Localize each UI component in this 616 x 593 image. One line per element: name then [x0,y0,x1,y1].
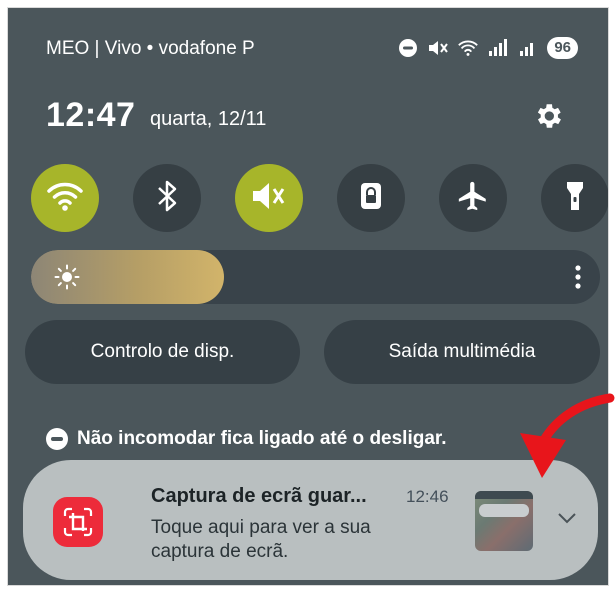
date-label: quarta, 12/11 [150,108,267,130]
flashlight-icon [564,179,586,218]
notification-body: Toque aqui para ver a sua captura de ecr… [151,517,371,562]
thumbnail-status-bar [475,491,533,499]
mute-icon [427,37,449,59]
carrier-label: MEO | Vivo • vodafone P [46,38,255,59]
mute-icon [250,179,288,218]
chevron-down-icon[interactable] [556,510,578,526]
signal-icon [487,37,509,59]
thumbnail-card [479,504,529,517]
more-options-icon[interactable] [574,264,582,290]
gear-icon[interactable] [532,100,564,132]
tile-bluetooth[interactable] [133,164,201,232]
notification-time: 12:46 [406,487,449,506]
dnd-icon [397,37,419,59]
tile-flashlight[interactable] [541,164,608,232]
bluetooth-icon [156,179,178,218]
wifi-icon [46,179,84,218]
tile-airplane[interactable] [439,164,507,232]
notification-title: Captura de ecrã guar... [151,485,367,507]
dnd-notice-text: Não incomodar fica ligado até o desligar… [77,428,447,449]
media-output-button[interactable]: Saída multimédia [324,320,600,384]
screenshot-icon [53,497,103,547]
dnd-notice: Não incomodar fica ligado até o desligar… [46,428,447,450]
battery-badge: 96 [547,37,578,59]
tile-sound[interactable] [235,164,303,232]
screenshot-notification[interactable]: Captura de ecrã guar... 12:46 Toque aqui… [23,460,598,580]
wifi-icon [457,37,479,59]
brightness-slider[interactable] [31,250,600,304]
clock-time: 12:47 [46,96,136,134]
screenshot-thumbnail[interactable] [475,491,533,551]
device-control-button[interactable]: Controlo de disp. [25,320,300,384]
lock-icon [359,181,383,216]
tile-wifi[interactable] [31,164,99,232]
tile-screen-lock[interactable] [337,164,405,232]
signal-icon [517,37,539,59]
airplane-icon [456,179,490,218]
notification-panel: MEO | Vivo • vodafone P 96 12:47 quarta,… [8,8,608,585]
sun-icon [54,264,80,290]
status-icons: 96 [397,37,578,59]
dnd-icon [46,428,68,450]
quick-settings-tiles [31,164,608,234]
